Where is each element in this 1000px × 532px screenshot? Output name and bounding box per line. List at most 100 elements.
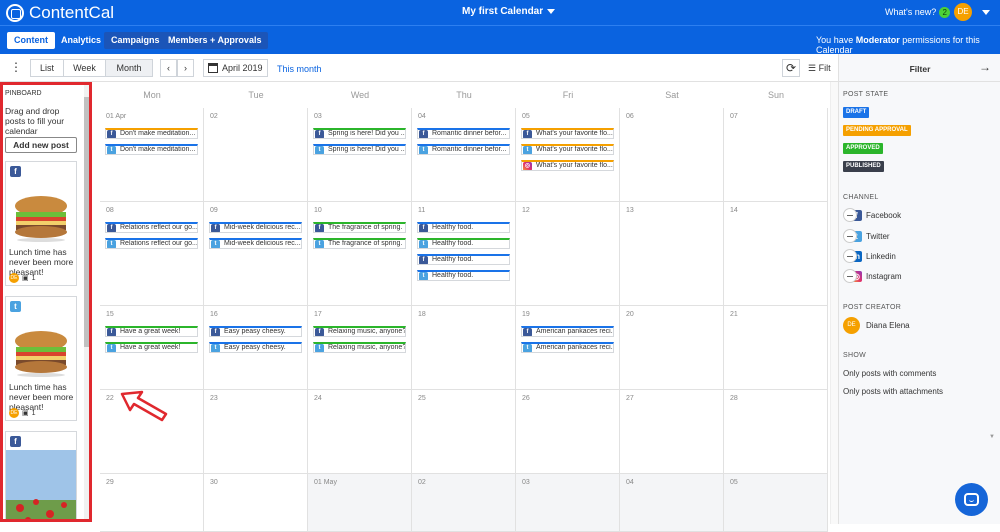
channel-facebook[interactable]: fFacebook — [843, 208, 901, 222]
channel-twitter[interactable]: tTwitter — [843, 229, 890, 243]
user-menu-chevron-icon[interactable] — [982, 10, 990, 15]
calendar-post[interactable]: t Mid-week delicious rec... — [209, 238, 302, 249]
tab-analytics[interactable]: Analytics — [54, 32, 108, 49]
pinboard-scrollbar[interactable] — [84, 85, 89, 519]
calendar-post[interactable]: t What's your favorite flo... — [521, 144, 614, 155]
calendar-day-cell[interactable]: 06 — [620, 108, 724, 202]
calendar-scrollbar[interactable] — [830, 82, 838, 524]
this-month-link[interactable]: This month — [277, 64, 322, 74]
calendar-day-cell[interactable]: 09 f Mid-week delicious rec... t Mid-week de… — [204, 202, 308, 306]
filter-button[interactable]: ☰ Filt — [808, 59, 840, 77]
view-month-button[interactable]: Month — [105, 59, 153, 77]
calendar-day-cell[interactable]: 04 — [620, 474, 724, 532]
calendar-day-cell[interactable]: 15 f Have a great week! t Have a great week! — [100, 306, 204, 390]
calendar-post[interactable]: f Have a great week! — [105, 326, 198, 337]
date-picker[interactable]: April 2019 — [203, 59, 268, 77]
state-approved[interactable]: APPROVED — [843, 143, 883, 154]
close-filter-arrow-icon[interactable]: → — [979, 60, 991, 74]
calendar-post[interactable]: t Healthy food. — [417, 238, 510, 249]
tab-content[interactable]: Content — [7, 32, 55, 49]
calendar-day-cell[interactable]: 01 Apr f Don't make meditation... t Don't ma… — [100, 108, 204, 202]
creator-diana-elena[interactable]: DE Diana Elena — [843, 317, 910, 334]
calendar-day-cell[interactable]: 08 f Relations reflect our go... t Relations… — [100, 202, 204, 306]
calendar-day-cell[interactable]: 02 — [412, 474, 516, 532]
calendar-post[interactable]: f What's your favorite flo... — [521, 128, 614, 139]
calendar-post[interactable]: t American pankaces reci... — [521, 342, 614, 353]
tab-members-approvals[interactable]: Members + Approvals — [161, 32, 269, 49]
calendar-post[interactable]: f The fragrance of spring. — [313, 222, 406, 233]
channel-toggle[interactable] — [843, 269, 857, 283]
channel-instagram[interactable]: ◎Instagram — [843, 269, 902, 283]
calendar-day-cell[interactable]: 14 — [724, 202, 828, 306]
calendar-day-cell[interactable]: 12 — [516, 202, 620, 306]
calendar-post[interactable]: f American pankaces reci... — [521, 326, 614, 337]
view-week-button[interactable]: Week — [63, 59, 106, 77]
calendar-day-cell[interactable]: 30 — [204, 474, 308, 532]
next-month-button[interactable]: › — [177, 59, 194, 77]
calendar-day-cell[interactable]: 24 — [308, 390, 412, 474]
calendar-post[interactable]: ◎ What's your favorite flo... — [521, 160, 614, 171]
calendar-day-cell[interactable]: 10 f The fragrance of spring. t The fragranc… — [308, 202, 412, 306]
calendar-selector[interactable]: My first Calendar — [462, 6, 556, 17]
whats-new-button[interactable]: What's new? 2 — [885, 7, 951, 18]
calendar-post[interactable]: f Healthy food. — [417, 222, 510, 233]
pinboard-scroll-thumb[interactable] — [84, 97, 89, 347]
pinboard-card[interactable]: t Lunch time has never been more pleasan… — [5, 296, 77, 421]
calendar-post[interactable]: t Relations reflect our go... — [105, 238, 198, 249]
calendar-day-cell[interactable]: 27 — [620, 390, 724, 474]
calendar-post[interactable]: t Spring is here! Did you ... — [313, 144, 406, 155]
calendar-day-cell[interactable]: 11 f Healthy food. t Healthy food. f Healthy f… — [412, 202, 516, 306]
calendar-day-cell[interactable]: 04 f Romantic dinner befor... t Romantic din… — [412, 108, 516, 202]
prev-month-button[interactable]: ‹ — [160, 59, 177, 77]
only-posts-with-attachments[interactable]: Only posts with attachments — [843, 387, 943, 396]
calendar-day-cell[interactable]: 16 f Easy peasy cheesy. t Easy peasy cheesy. — [204, 306, 308, 390]
calendar-day-cell[interactable]: 13 — [620, 202, 724, 306]
calendar-post[interactable]: t Relaxing music, anyone? — [313, 342, 406, 353]
calendar-day-cell[interactable]: 20 — [620, 306, 724, 390]
pinboard-card[interactable]: f — [5, 431, 77, 519]
calendar-day-cell[interactable]: 23 — [204, 390, 308, 474]
calendar-day-cell[interactable]: 28 — [724, 390, 828, 474]
calendar-day-cell[interactable]: 29 — [100, 474, 204, 532]
channel-toggle[interactable] — [843, 208, 857, 222]
calendar-post[interactable]: t The fragrance of spring. — [313, 238, 406, 249]
calendar-post[interactable]: f Spring is here! Did you ... — [313, 128, 406, 139]
calendar-day-cell[interactable]: 03 f Spring is here! Did you ... t Spring is… — [308, 108, 412, 202]
calendar-day-cell[interactable]: 05 f What's your favorite flo... t What's yo… — [516, 108, 620, 202]
calendar-post[interactable]: f Easy peasy cheesy. — [209, 326, 302, 337]
scroll-down-icon[interactable]: ▼ — [989, 434, 995, 440]
user-avatar[interactable]: DE — [954, 3, 972, 21]
calendar-post[interactable]: t Romantic dinner befor... — [417, 144, 510, 155]
state-draft[interactable]: DRAFT — [843, 107, 870, 118]
calendar-post[interactable]: f Mid-week delicious rec... — [209, 222, 302, 233]
calendar-post[interactable]: t Easy peasy cheesy. — [209, 342, 302, 353]
calendar-day-cell[interactable]: 07 — [724, 108, 828, 202]
calendar-day-cell[interactable]: 26 — [516, 390, 620, 474]
calendar-post[interactable]: t Healthy food. — [417, 270, 510, 281]
channel-toggle[interactable] — [843, 249, 857, 263]
calendar-day-cell[interactable]: 18 — [412, 306, 516, 390]
calendar-post[interactable]: f Don't make meditation... — [105, 128, 198, 139]
add-new-post-button[interactable]: Add new post — [5, 137, 77, 153]
more-options-icon[interactable]: ⋮ — [8, 59, 24, 77]
calendar-day-cell[interactable]: 19 f American pankaces reci... t American pa… — [516, 306, 620, 390]
channel-linkedin[interactable]: inLinkedin — [843, 249, 896, 263]
calendar-day-cell[interactable]: 21 — [724, 306, 828, 390]
refresh-icon[interactable]: ⟳ — [782, 59, 800, 77]
calendar-day-cell[interactable]: 25 — [412, 390, 516, 474]
calendar-day-cell[interactable]: 03 — [516, 474, 620, 532]
state-published[interactable]: PUBLISHED — [843, 161, 884, 172]
calendar-day-cell[interactable]: 01 May — [308, 474, 412, 532]
logo[interactable]: ContentCal — [6, 3, 114, 22]
calendar-day-cell[interactable]: 05 — [724, 474, 828, 532]
state-pending-approval[interactable]: PENDING APPROVAL — [843, 125, 911, 136]
calendar-post[interactable]: f Relations reflect our go... — [105, 222, 198, 233]
calendar-day-cell[interactable]: 02 — [204, 108, 308, 202]
calendar-post[interactable]: t Have a great week! — [105, 342, 198, 353]
only-posts-with-comments[interactable]: Only posts with comments — [843, 369, 936, 378]
tab-campaigns[interactable]: Campaigns — [104, 32, 167, 49]
calendar-post[interactable]: f Relaxing music, anyone? — [313, 326, 406, 337]
calendar-post[interactable]: f Healthy food. — [417, 254, 510, 265]
calendar-post[interactable]: f Romantic dinner befor... — [417, 128, 510, 139]
channel-toggle[interactable] — [843, 229, 857, 243]
